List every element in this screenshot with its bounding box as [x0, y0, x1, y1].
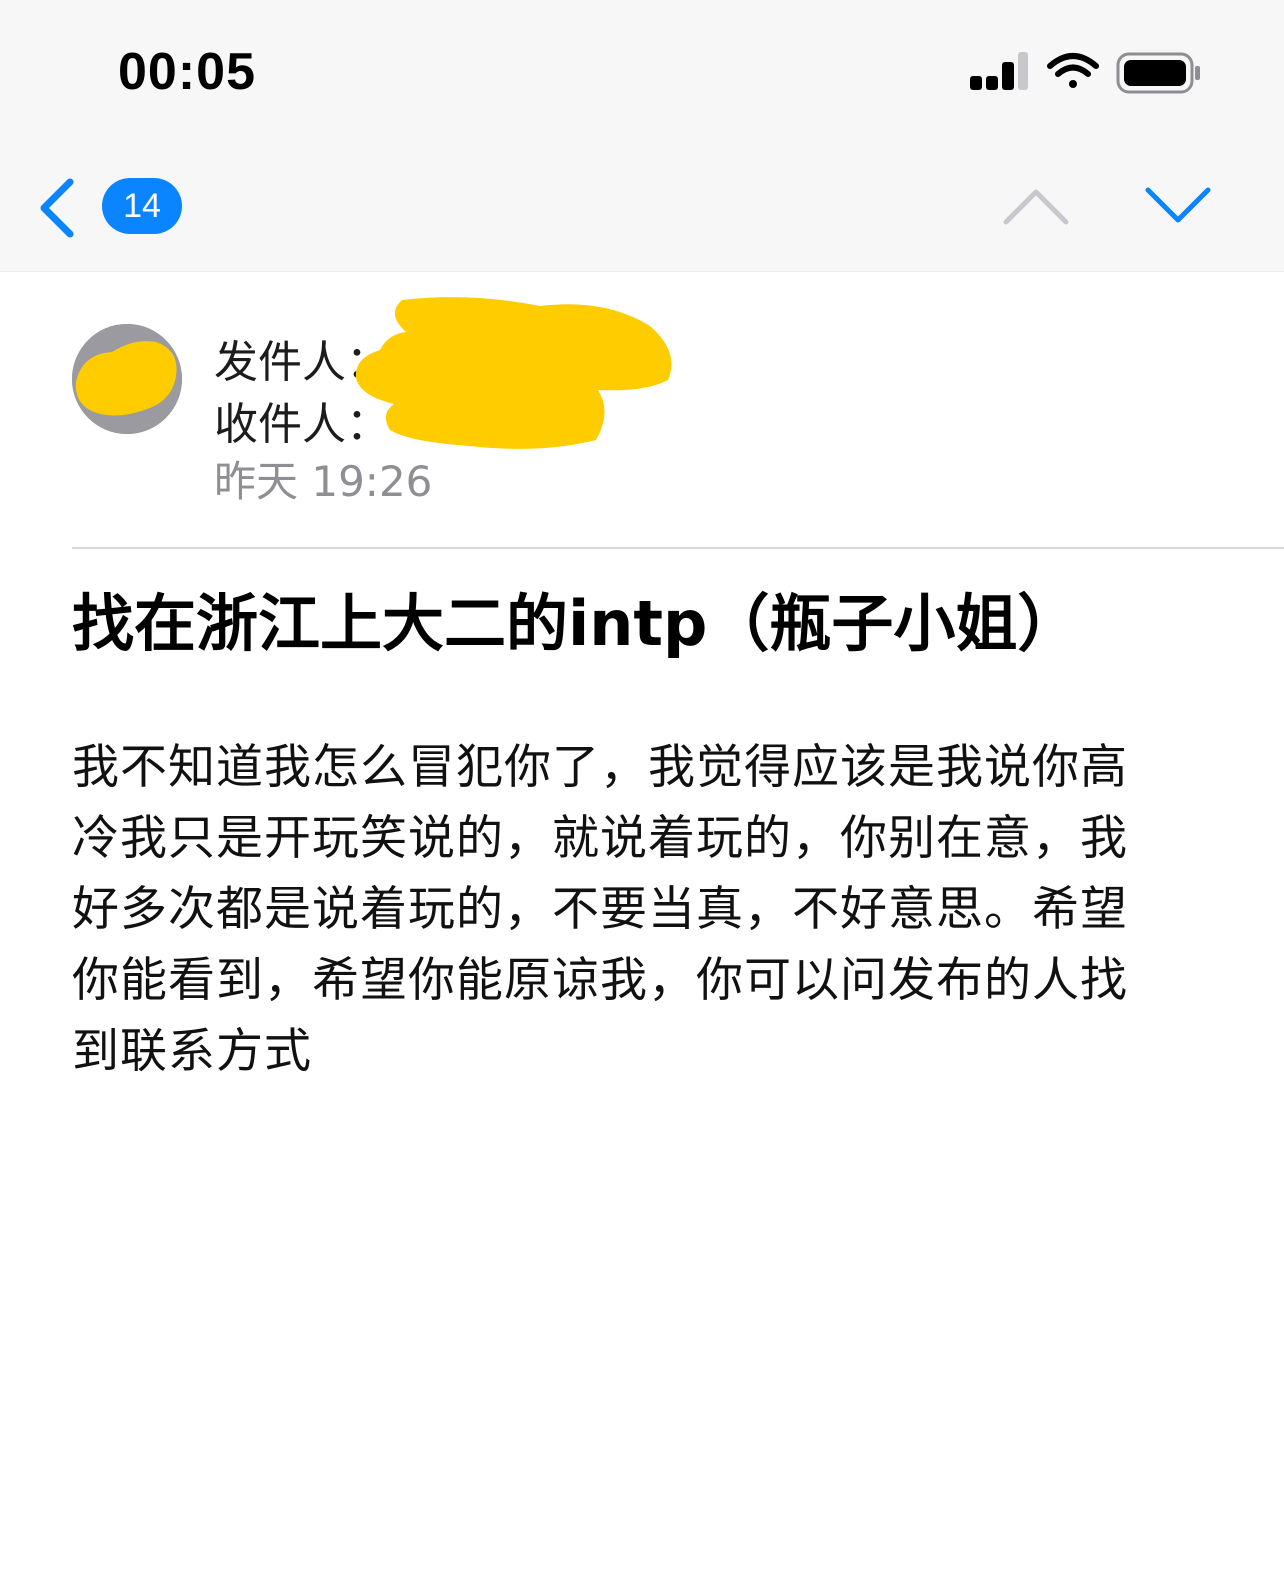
sender-avatar[interactable]: [72, 324, 182, 434]
header-divider: [72, 547, 1284, 549]
wifi-icon: [1047, 53, 1099, 88]
mail-body: 我不知道我怎么冒犯你了，我觉得应该是我说你高冷我只是开玩笑说的，就说着玩的，你别…: [72, 740, 1128, 1079]
status-icons: [970, 52, 1200, 94]
mail-subject: 找在浙江上大二的intp（瓶子小姐）: [72, 587, 1080, 660]
chevron-up-icon[interactable]: [1000, 184, 1072, 228]
battery-icon: [1116, 52, 1200, 94]
status-time: 00:05: [118, 43, 256, 101]
chevron-down-icon[interactable]: [1142, 184, 1214, 228]
back-chevron-icon[interactable]: [34, 176, 82, 240]
status-bar: 00:05: [0, 0, 1284, 150]
nav-bar: 14: [0, 150, 1284, 272]
mail-date: 昨天 19:26: [214, 457, 433, 506]
unread-count-badge[interactable]: 14: [102, 178, 182, 234]
cellular-signal-icon: [970, 52, 1028, 90]
redaction-scribble: [355, 297, 672, 449]
mail-header: 发件人： 收件人： 昨天 19:26: [0, 272, 1284, 548]
avatar-redaction: [72, 324, 182, 434]
